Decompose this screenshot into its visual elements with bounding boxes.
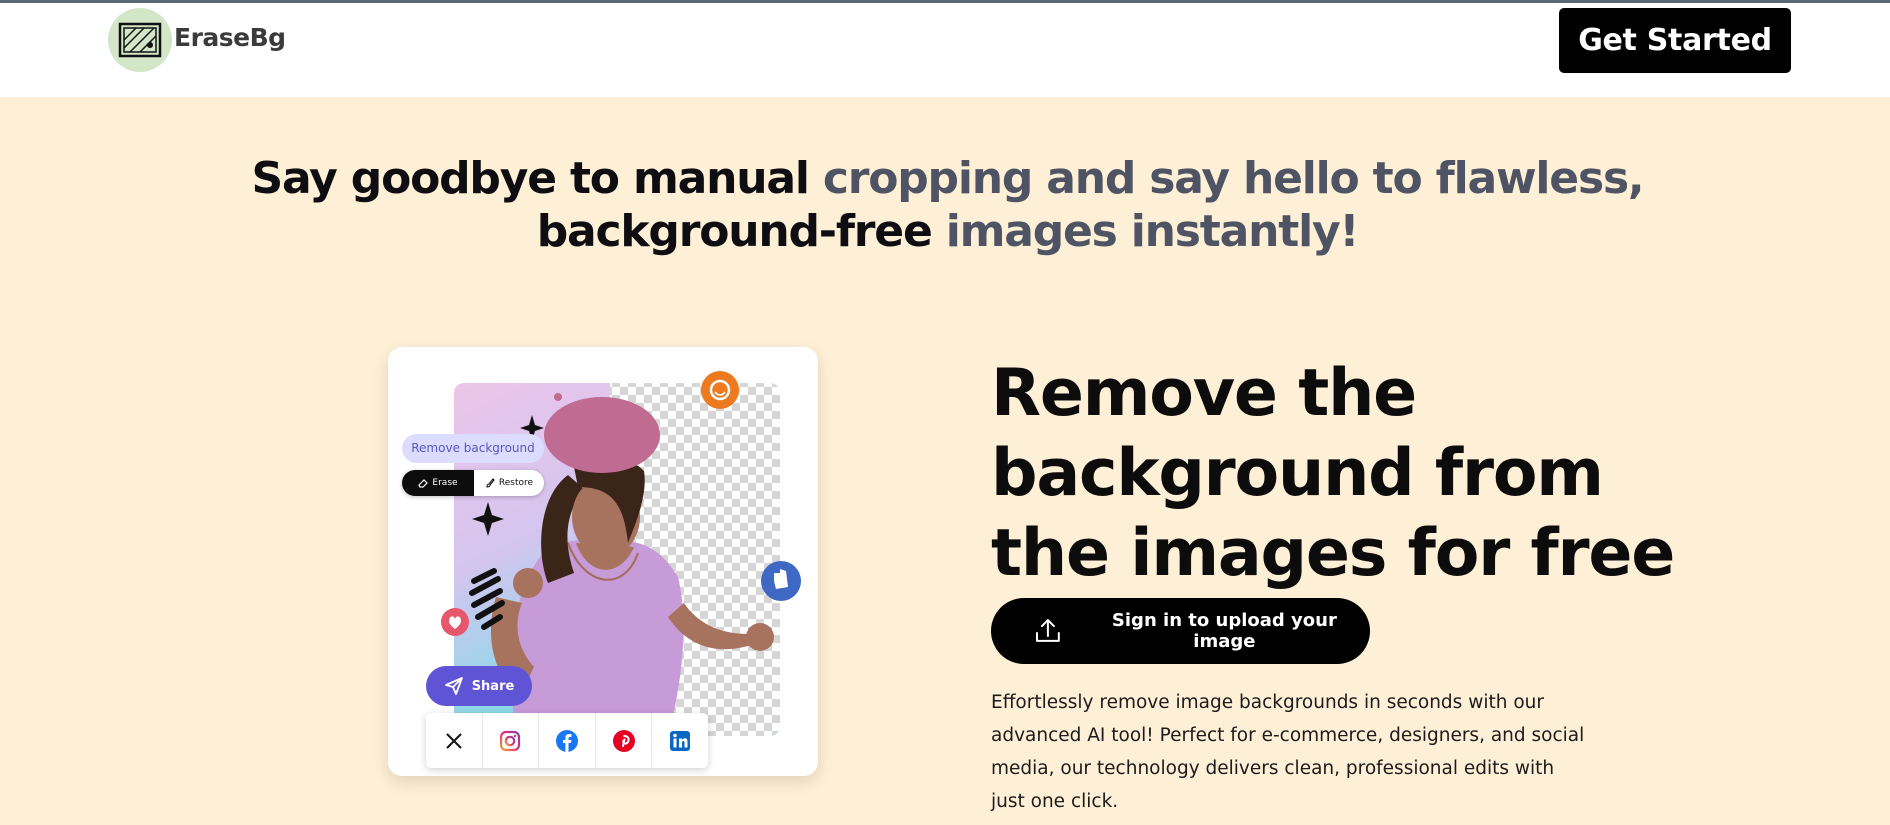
- headline-line2-dark: background-free: [536, 206, 933, 257]
- headline-line2-grey: images instantly!: [945, 206, 1360, 257]
- upload-label: Sign in to upload your image: [1111, 610, 1337, 652]
- share-button[interactable]: Share: [426, 666, 532, 706]
- restore-button[interactable]: Restore: [474, 470, 544, 496]
- brush-icon: [486, 478, 495, 488]
- headline-line1-grey: cropping and say hello to flawless,: [822, 153, 1645, 204]
- linkedin-icon[interactable]: [652, 713, 708, 768]
- erase-label: Erase: [432, 478, 458, 488]
- upload-icon: [1035, 619, 1060, 642]
- headline-line1-dark: Say goodbye to manual: [251, 153, 810, 204]
- get-started-button[interactable]: Get Started: [1559, 8, 1791, 73]
- instagram-icon[interactable]: [483, 713, 540, 768]
- erase-button[interactable]: Erase: [402, 470, 474, 496]
- share-label: Share: [471, 678, 515, 694]
- pinterest-icon[interactable]: [596, 713, 653, 768]
- social-share-bar: [426, 713, 708, 768]
- demo-card: Remove background Erase Restore Share: [388, 347, 818, 776]
- navbar: EraseBg Get Started: [0, 3, 1890, 97]
- page-headline: Say goodbye to manual cropping and say h…: [250, 152, 1645, 258]
- hero-title: Remove the background from the images fo…: [991, 356, 1675, 591]
- logo-text: EraseBg: [174, 22, 286, 52]
- upload-image-button[interactable]: Sign in to upload your image: [991, 598, 1370, 664]
- erase-restore-toggle: Erase Restore: [402, 470, 544, 496]
- logo-icon: [108, 8, 172, 72]
- restore-label: Restore: [498, 478, 534, 488]
- eraser-icon: [418, 479, 429, 488]
- demo-illustration: [441, 371, 801, 736]
- facebook-icon[interactable]: [539, 713, 596, 768]
- remove-background-button[interactable]: Remove background: [402, 434, 544, 463]
- logo-link[interactable]: EraseBg: [108, 8, 286, 72]
- send-icon: [444, 677, 463, 695]
- hero-description: Effortlessly remove image backgrounds in…: [991, 692, 1585, 812]
- x-icon[interactable]: [426, 713, 483, 768]
